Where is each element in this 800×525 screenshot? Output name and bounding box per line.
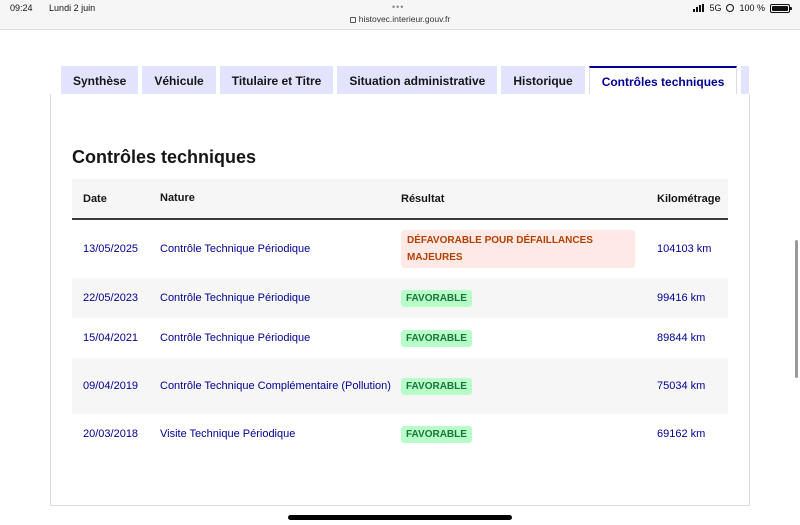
cell-nature: Contrôle Technique Périodique [160, 331, 311, 344]
table-row: 20/03/2018 Visite Technique Périodique FAV… [72, 414, 728, 454]
cell-date: 09/04/2019 [83, 380, 139, 392]
table-body: 13/05/2025 Contrôle Technique Périodique D… [72, 220, 728, 454]
address-bar[interactable]: histovec.interieur.gouv.fr [0, 14, 800, 24]
table-header: Date Nature Résultat Kilométrage [72, 179, 728, 220]
tab-2[interactable]: Titulaire et Titre [219, 66, 334, 95]
cell-date: 22/05/2023 [83, 292, 139, 304]
scrollbar[interactable] [795, 240, 798, 378]
tab-6[interactable]: Kilométrage [741, 66, 749, 95]
rotation-lock-icon [726, 4, 735, 12]
header-nature: Nature [160, 192, 195, 204]
table-row: 09/04/2019 Contrôle Technique Complémenta… [72, 358, 728, 414]
page-title: Contrôles techniques [72, 147, 257, 167]
controls-table: Date Nature Résultat Kilométrage 13/05/2… [72, 179, 728, 454]
table-row: 15/04/2021 Contrôle Technique Périodique F… [72, 318, 728, 358]
network-label: 5G [709, 3, 722, 13]
status-badge: FAVORABLE [401, 377, 472, 395]
cell-date: 13/05/2025 [83, 243, 139, 255]
tab-4[interactable]: Historique [501, 66, 585, 95]
table-row: 13/05/2025 Contrôle Technique Périodique D… [72, 220, 728, 278]
cell-nature: Visite Technique Périodique [160, 427, 296, 440]
cell-result: FAVORABLE [401, 289, 657, 307]
tab-0[interactable]: Synthèse [61, 66, 139, 95]
cell-nature: Contrôle Technique Périodique [160, 291, 311, 304]
tab-3[interactable]: Situation administrative [337, 66, 498, 95]
status-right: 5G 100 % [693, 3, 792, 13]
signal-icon [693, 4, 705, 12]
tab-1[interactable]: Véhicule [142, 66, 216, 95]
cell-result: FAVORABLE [401, 425, 657, 443]
lock-icon [349, 16, 356, 23]
cell-km: 69162 km [657, 428, 706, 440]
status-bar: 09:24 Lundi 2 juin ••• histovec.interieu… [0, 0, 800, 30]
header-date: Date [83, 192, 107, 205]
status-badge: FAVORABLE [401, 329, 472, 347]
address-url: histovec.interieur.gouv.fr [358, 14, 451, 24]
tab-list: Synthèse Véhicule Titulaire et Titre Situat… [61, 66, 749, 95]
cell-date: 20/03/2018 [83, 428, 139, 440]
cell-nature: Contrôle Technique Complémentaire (Pollu… [160, 379, 391, 392]
cell-km: 89844 km [657, 332, 706, 344]
home-indicator[interactable] [288, 515, 512, 520]
cell-nature: Contrôle Technique Périodique [160, 242, 311, 255]
cell-result: FAVORABLE [401, 377, 657, 395]
status-time: 09:24 [10, 3, 33, 13]
cell-km: 99416 km [657, 292, 706, 304]
multitask-dots-icon[interactable]: ••• [392, 2, 404, 12]
battery-label: 100 % [739, 3, 765, 13]
header-km: Kilométrage [657, 192, 721, 205]
battery-icon [770, 3, 792, 13]
cell-date: 15/04/2021 [83, 332, 139, 344]
cell-km: 75034 km [657, 380, 706, 392]
status-left: 09:24 Lundi 2 juin [10, 3, 109, 13]
table-row: 22/05/2023 Contrôle Technique Périodique F… [72, 278, 728, 318]
cell-result: FAVORABLE [401, 329, 657, 347]
cell-result: DÉFAVORABLE POUR DÉFAILLANCES MAJEURES [401, 230, 657, 268]
header-result: Résultat [401, 192, 445, 205]
status-badge: FAVORABLE [401, 289, 472, 307]
status-badge: FAVORABLE [401, 425, 472, 443]
cell-km: 104103 km [657, 243, 712, 255]
status-badge: DÉFAVORABLE POUR DÉFAILLANCES MAJEURES [401, 230, 635, 268]
status-date: Lundi 2 juin [49, 3, 96, 13]
tab-5[interactable]: Contrôles techniques [588, 66, 738, 95]
